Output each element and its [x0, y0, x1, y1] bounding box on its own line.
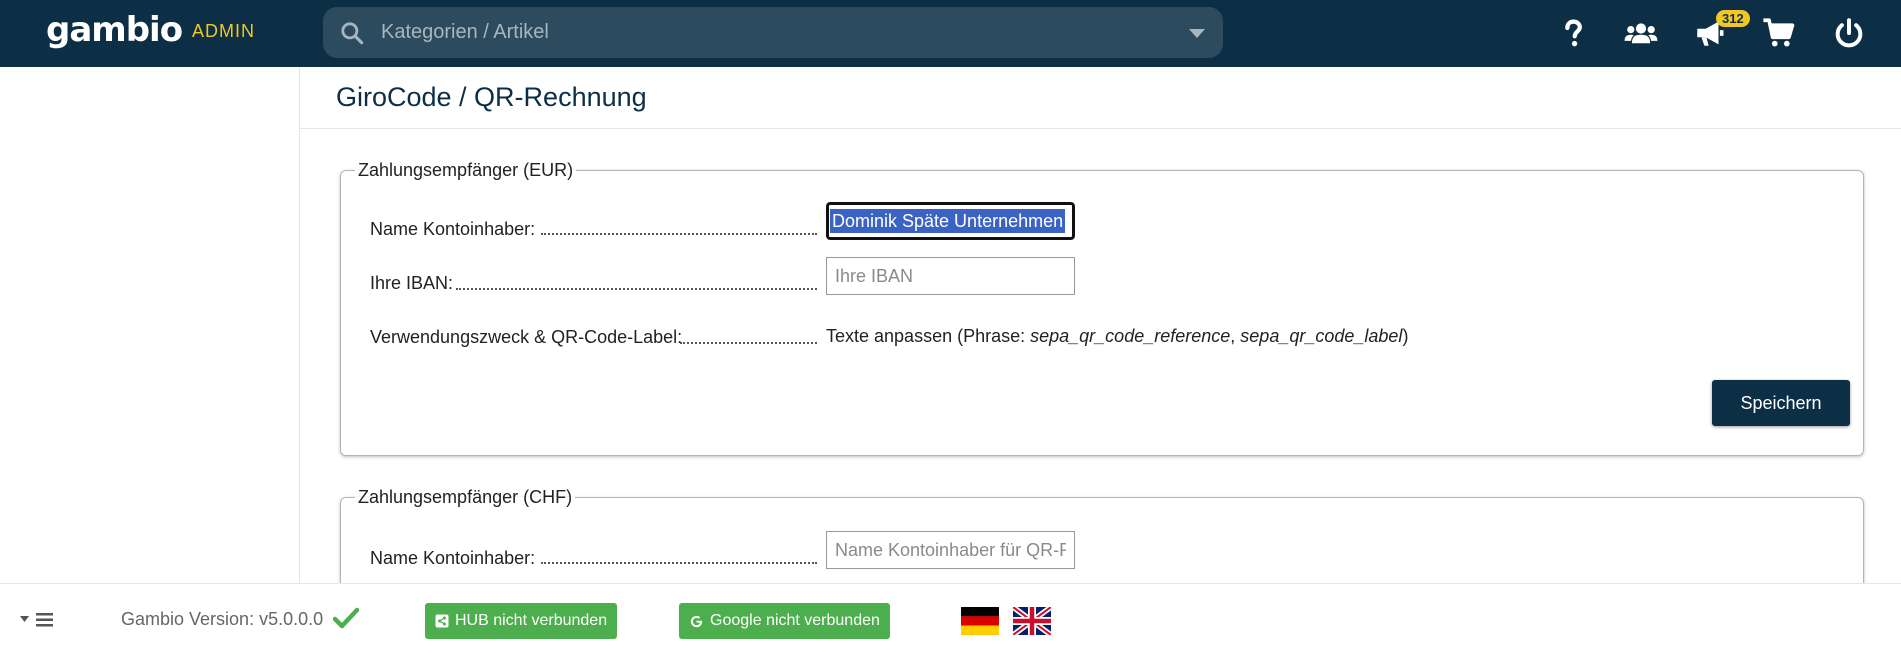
name-label-eur: Name Kontoinhaber:	[370, 219, 536, 239]
purpose-phrase-text: Texte anpassen (Phrase: sepa_qr_code_ref…	[826, 326, 1408, 347]
phrase-label: sepa_qr_code_label	[1240, 326, 1403, 346]
search-bar[interactable]	[323, 7, 1223, 58]
share-icon	[435, 614, 449, 628]
help-icon[interactable]	[1556, 16, 1590, 50]
check-icon	[333, 607, 359, 629]
google-status-button[interactable]: Google nicht verbunden	[679, 603, 890, 639]
phrase-suffix: )	[1402, 326, 1409, 346]
hub-status-button[interactable]: HUB nicht verbunden	[425, 603, 618, 639]
menu-toggle-icon[interactable]	[20, 612, 56, 628]
section-legend-eur: Zahlungsempfänger (EUR)	[358, 160, 574, 180]
uk-flag-icon[interactable]	[1013, 607, 1051, 635]
phrase-prefix: Texte anpassen (Phrase:	[826, 326, 1031, 346]
google-status-label: Google nicht verbunden	[710, 612, 880, 629]
dotted-leader	[541, 215, 817, 235]
power-icon[interactable]	[1832, 16, 1866, 50]
iban-label-eur: Ihre IBAN:	[370, 273, 454, 293]
version-text: Gambio Version: v5.0.0.0	[121, 609, 324, 629]
google-icon	[690, 615, 703, 627]
customers-icon[interactable]	[1624, 16, 1658, 50]
phrase-reference: sepa_qr_code_reference	[1030, 326, 1231, 346]
section-legend-chf: Zahlungsempfänger (CHF)	[358, 487, 573, 507]
iban-input-eur[interactable]	[826, 257, 1075, 295]
dotted-leader	[456, 270, 817, 290]
account-holder-name-input-chf[interactable]	[826, 531, 1075, 569]
search-input[interactable]	[381, 13, 1161, 51]
dotted-leader	[541, 544, 817, 564]
purpose-label-eur: Verwendungszweck & QR-Code-Label:	[370, 327, 683, 347]
notification-badge: 312	[1716, 10, 1750, 27]
dotted-leader	[680, 324, 817, 344]
name-label-chf: Name Kontoinhaber:	[370, 548, 536, 568]
sidebar	[0, 67, 300, 583]
search-icon	[341, 22, 364, 45]
page-title: GiroCode / QR-Rechnung	[336, 82, 647, 112]
german-flag-icon[interactable]	[961, 607, 999, 635]
selected-text-highlight: Dominik Späte Unternehmen	[830, 209, 1066, 233]
cart-icon[interactable]	[1762, 16, 1796, 50]
phrase-separator: ,	[1230, 326, 1241, 346]
recipient-eur-section: Zahlungsempfänger (EUR)	[340, 160, 1864, 456]
hub-status-label: HUB nicht verbunden	[455, 612, 608, 629]
top-bar: gambio ADMIN 312	[0, 0, 1901, 67]
chevron-down-icon[interactable]	[1189, 29, 1205, 38]
admin-label: ADMIN	[192, 21, 255, 41]
gambio-logo[interactable]: gambio	[46, 10, 183, 50]
save-button[interactable]: Speichern	[1712, 380, 1850, 426]
